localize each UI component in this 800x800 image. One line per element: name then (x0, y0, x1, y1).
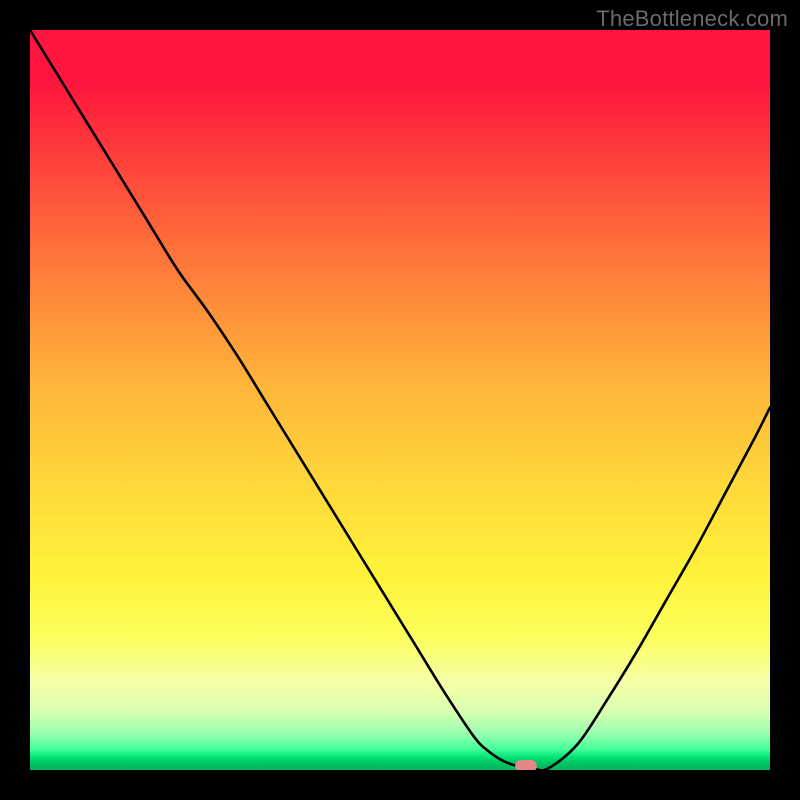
chart-stage: TheBottleneck.com (0, 0, 800, 800)
plot-area (30, 30, 770, 770)
optimal-point-marker (515, 760, 537, 770)
bottleneck-curve (30, 30, 770, 770)
watermark-text: TheBottleneck.com (596, 6, 788, 32)
